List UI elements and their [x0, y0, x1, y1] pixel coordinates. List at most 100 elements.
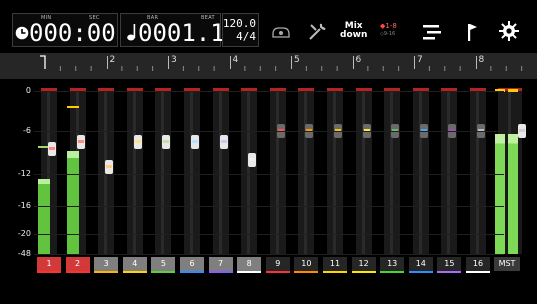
channel-button-5[interactable]: 5 — [151, 257, 176, 271]
channel-button-16[interactable]: 16 — [466, 257, 490, 271]
db-scale-label: -20 — [17, 229, 31, 238]
ruler-bar-number: 8 — [478, 55, 485, 65]
db-scale-label: -48 — [17, 249, 31, 258]
fader-knob[interactable] — [248, 152, 257, 167]
channel-button-13[interactable]: 13 — [380, 257, 405, 271]
fader-knob[interactable] — [162, 134, 171, 149]
ruler-bar-number: 4 — [232, 55, 239, 65]
ruler-bar-number: 7 — [417, 55, 423, 65]
channel-color-bar — [466, 271, 490, 273]
bar-counter[interactable]: BAR BEAT 0001.1 — [120, 13, 225, 47]
channel-button-1[interactable]: 1 — [37, 257, 61, 271]
fader-track — [333, 88, 336, 254]
channel-strip[interactable] — [184, 88, 200, 254]
tempo-box[interactable]: 120.0 4/4 — [222, 13, 259, 47]
fader-knob[interactable] — [105, 159, 114, 174]
fader-track — [447, 88, 451, 254]
ruler-bar-line — [106, 56, 108, 69]
fader-knob[interactable] — [191, 134, 199, 149]
timeline-ruler[interactable] — [0, 53, 537, 79]
channel-color-bar — [180, 271, 204, 273]
channel-color-bar — [94, 271, 119, 273]
tools-icon[interactable] — [306, 21, 328, 47]
level-meter — [508, 134, 518, 254]
fader-knob[interactable] — [133, 134, 142, 149]
level-meter — [38, 179, 50, 254]
fader-track — [304, 88, 308, 254]
project-icon[interactable] — [271, 24, 291, 43]
db-gridline — [34, 234, 504, 235]
channel-strip[interactable] — [155, 88, 172, 254]
channel-strip[interactable] — [355, 88, 372, 254]
ruler-bar-number: 6 — [355, 55, 362, 65]
fader-track — [218, 88, 222, 254]
fader-track — [418, 88, 422, 254]
time-signature: 4/4 — [236, 30, 256, 43]
bar-value: 0001.1 — [138, 19, 225, 47]
channel-color-bar — [151, 271, 176, 273]
fader-track — [247, 88, 251, 254]
channel-strip[interactable] — [212, 88, 229, 254]
channel-button-11[interactable]: 11 — [323, 257, 347, 271]
tempo-value: 120.0 — [222, 17, 256, 30]
ruler-bar-line — [352, 56, 354, 69]
channel-strip[interactable] — [298, 88, 315, 254]
db-scale-label: -16 — [17, 201, 31, 210]
channel-button-7[interactable]: 7 — [208, 257, 233, 271]
fader-track — [390, 88, 394, 254]
db-scale-label: -12 — [17, 169, 31, 178]
gear-icon[interactable] — [498, 20, 520, 46]
track-range-top: 1-8 — [385, 22, 397, 30]
note-icon — [127, 23, 138, 45]
channel-strip[interactable] — [241, 88, 258, 254]
channel-color-bar — [380, 271, 405, 273]
channel-color-bar — [37, 271, 61, 273]
db-gridline — [34, 131, 504, 132]
level-meter — [495, 134, 505, 254]
fader-track — [361, 88, 365, 254]
channel-color-bar — [294, 271, 319, 273]
peak-hold — [508, 89, 518, 92]
channel-strip[interactable] — [384, 88, 401, 254]
ruler-ticks — [40, 55, 523, 71]
channel-button-9[interactable]: 9 — [265, 257, 290, 271]
fader-knob[interactable] — [219, 134, 228, 149]
channel-strip[interactable] — [412, 88, 429, 254]
ruler-bar-line — [414, 56, 415, 69]
channel-button-4[interactable]: 4 — [122, 257, 147, 271]
track-select-button[interactable]: ◆1-8 ◇9-16 — [380, 22, 397, 38]
channel-button-6[interactable]: 6 — [180, 257, 204, 271]
channel-color-bar — [408, 271, 433, 273]
channel-button-3[interactable]: 3 — [94, 257, 119, 271]
channel-button-8[interactable]: 8 — [237, 257, 262, 271]
channel-color-bar — [437, 271, 462, 273]
channel-strip[interactable] — [470, 88, 486, 254]
ruler-bar-number: 2 — [109, 55, 116, 65]
channel-button-14[interactable]: 14 — [408, 257, 433, 271]
channel-color-bar — [65, 271, 90, 273]
fader-knob[interactable] — [48, 141, 56, 156]
fader-track — [275, 88, 279, 254]
master-channel-button[interactable]: MST — [494, 257, 520, 271]
db-scale: 0 -6 -12 -16 -20 -48 — [0, 84, 34, 260]
mixdown-button[interactable]: Mix down — [340, 22, 367, 40]
db-gridline — [34, 206, 504, 207]
channel-strip[interactable] — [441, 88, 458, 254]
channel-button-12[interactable]: 12 — [351, 257, 376, 271]
mixer-icon[interactable] — [422, 23, 442, 45]
channel-button-2[interactable]: 2 — [65, 257, 90, 271]
time-value: 000:00 — [29, 19, 116, 47]
channel-strip[interactable] — [327, 88, 343, 254]
channel-strip[interactable] — [126, 88, 143, 254]
fader-knob[interactable] — [76, 134, 85, 149]
channel-button-15[interactable]: 15 — [437, 257, 462, 271]
channel-button-10[interactable]: 10 — [294, 257, 319, 271]
time-counter[interactable]: MIN SEC 000:00 — [12, 13, 118, 47]
channel-strip[interactable] — [269, 88, 286, 254]
mixdown-line2: down — [340, 30, 368, 40]
db-gridline — [34, 254, 504, 255]
ruler-bar-number: 3 — [171, 55, 177, 65]
fader-track — [161, 88, 165, 254]
fader-knob[interactable] — [518, 124, 526, 138]
marker-icon[interactable] — [465, 22, 479, 46]
